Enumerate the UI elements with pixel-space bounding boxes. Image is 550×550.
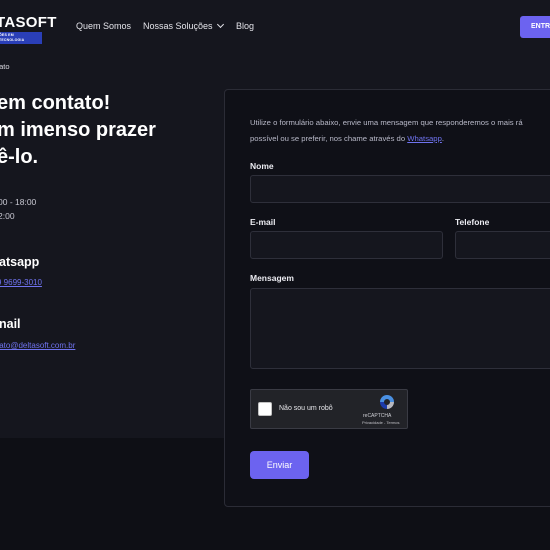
cta-button[interactable]: ENTR: [520, 16, 550, 38]
phone-label: Telefone: [455, 217, 490, 227]
intro-text: possível ou se preferir, nos chame atrav…: [250, 134, 408, 143]
title-line: ê-lo.: [0, 146, 39, 168]
chevron-down-icon: [216, 20, 224, 29]
message-label: Mensagem: [250, 273, 294, 283]
whatsapp-heading: atsapp: [0, 255, 40, 269]
deltasoft-logo[interactable]: TASOFT ÕES EM TECNOLOGIA: [0, 15, 57, 44]
email-address-link[interactable]: tato@deltasoft.com.br: [0, 341, 75, 350]
form-intro: Utilize o formulário abaixo, envie uma m…: [250, 115, 550, 147]
page-title: em contato! m imenso prazer ê-lo.: [0, 90, 212, 171]
nav-link-nossas-solucoes[interactable]: Nossas Soluções: [143, 20, 224, 31]
send-button[interactable]: Enviar: [250, 451, 309, 479]
phone-input[interactable]: [455, 231, 550, 259]
email-label: E-mail: [250, 217, 276, 227]
name-label: Nome: [250, 161, 274, 171]
name-input[interactable]: [250, 175, 550, 203]
breadcrumb: tato: [0, 62, 10, 71]
recaptcha-icon: [380, 395, 394, 409]
nav-link-quem-somos[interactable]: Quem Somos: [76, 21, 131, 31]
email-input[interactable]: [250, 231, 443, 259]
message-textarea[interactable]: [250, 288, 550, 369]
top-navbar: TASOFT ÕES EM TECNOLOGIA Quem Somos Noss…: [0, 0, 550, 54]
logo-tagline: ÕES EM TECNOLOGIA: [0, 32, 42, 44]
nav-link-label: Nossas Soluções: [143, 21, 213, 31]
intro-text: Utilize o formulário abaixo, envie uma m…: [250, 118, 523, 127]
email-heading: nail: [0, 317, 21, 331]
title-line: em contato!: [0, 92, 111, 114]
recaptcha-label: Não sou um robô: [279, 405, 333, 412]
title-line: m imenso prazer: [0, 119, 156, 141]
whatsapp-number-link[interactable]: 9 9699-3010: [0, 278, 42, 287]
recaptcha-checkbox[interactable]: [258, 402, 272, 416]
recaptcha-brand: reCAPTCHA: [363, 413, 392, 419]
logo-wordmark: TASOFT: [0, 14, 57, 31]
business-hours-line: 00 - 18:00: [0, 197, 37, 207]
business-hours-line: 2:00: [0, 211, 15, 221]
whatsapp-link[interactable]: Whatsapp: [407, 134, 442, 143]
nav-link-blog[interactable]: Blog: [236, 21, 254, 31]
recaptcha-privacy-terms-links[interactable]: Privacidade - Termos: [362, 420, 400, 425]
intro-text: .: [441, 134, 445, 143]
recaptcha-widget: Não sou um robô reCAPTCHA Privacidade - …: [250, 389, 408, 429]
